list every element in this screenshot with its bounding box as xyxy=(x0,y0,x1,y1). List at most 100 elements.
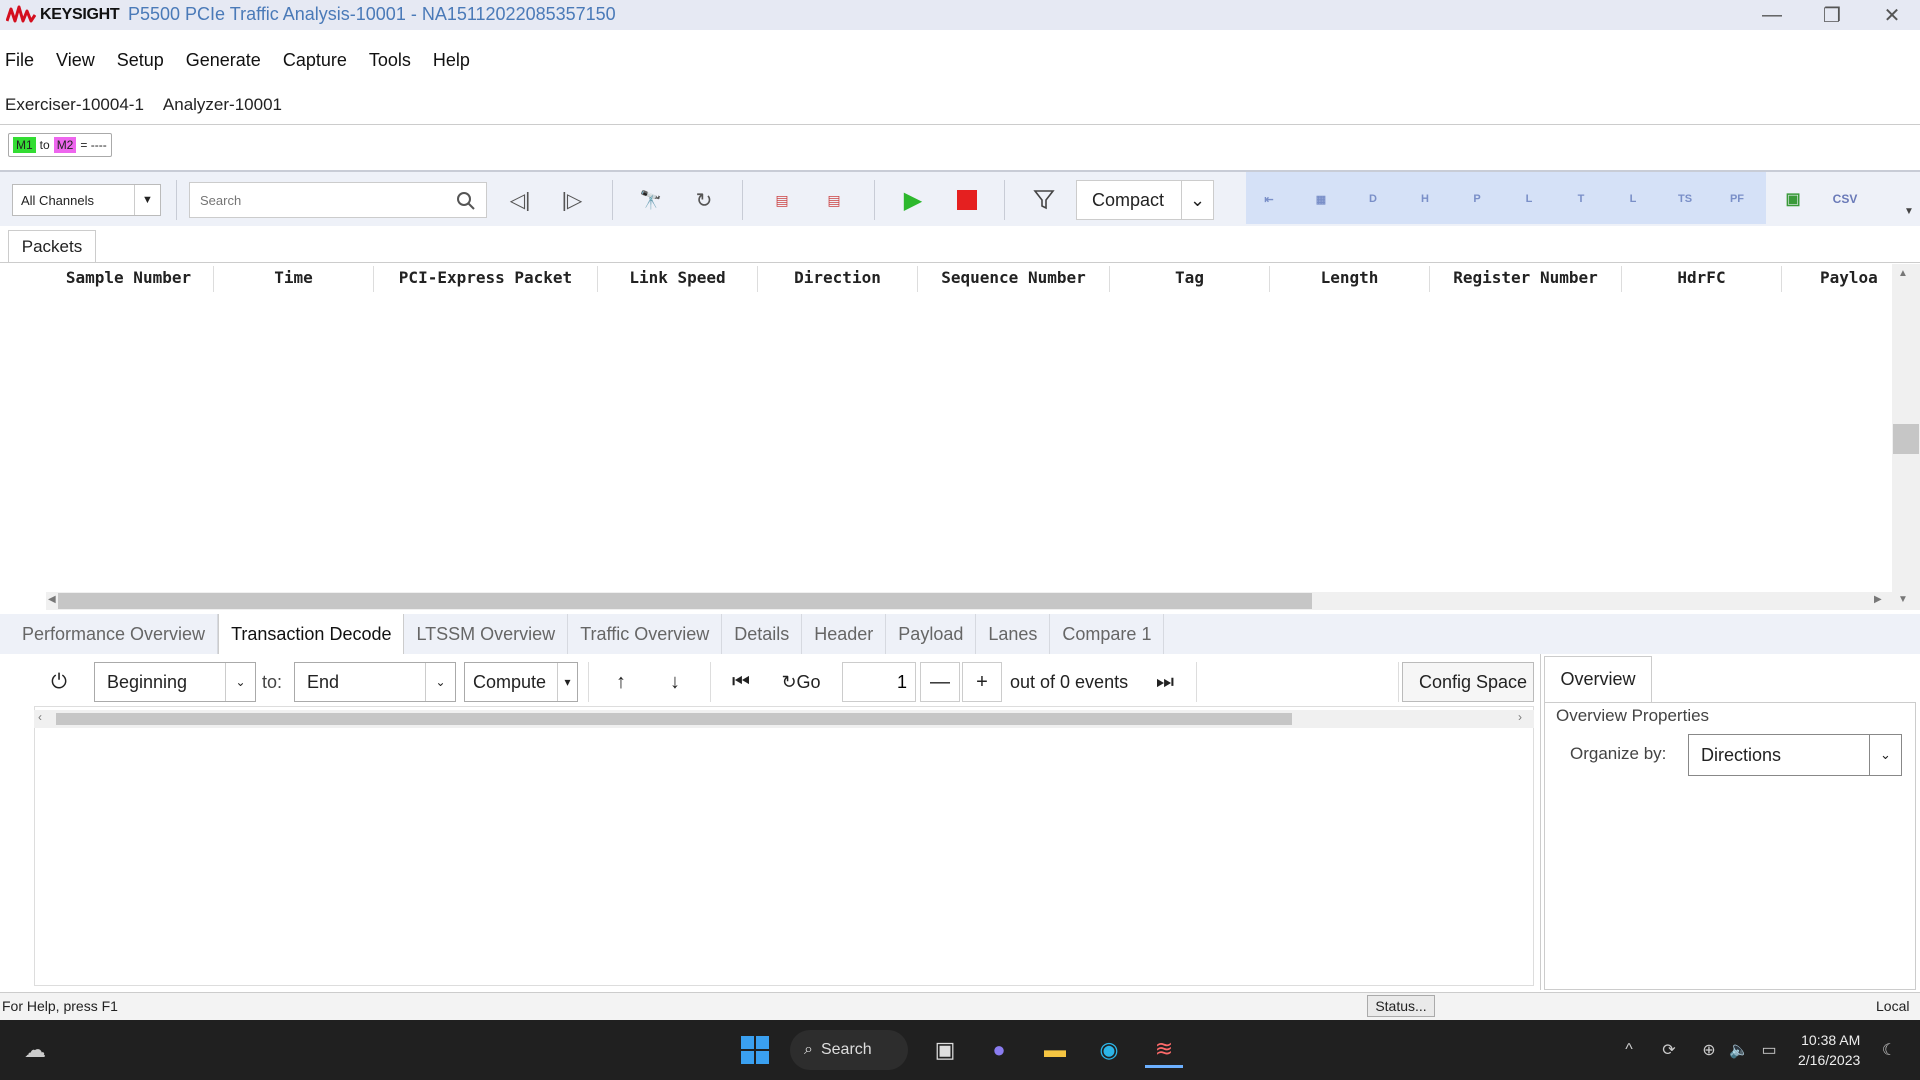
tab-traffic-overview[interactable]: Traffic Overview xyxy=(568,614,723,654)
transaction-decode-pane[interactable] xyxy=(34,706,1534,986)
column-toggle-icon[interactable]: H xyxy=(1406,184,1444,214)
power-icon[interactable]: ⏻ xyxy=(44,666,74,698)
tab-exerciser[interactable]: Exerciser-10004-1 xyxy=(5,95,144,115)
vertical-scrollbar-thumb[interactable] xyxy=(1893,424,1919,454)
column-header-link-speed[interactable]: Link Speed xyxy=(598,266,758,292)
legend-icon[interactable]: ▣ xyxy=(1774,184,1812,214)
column-toggle-icon[interactable]: ▦ xyxy=(1302,184,1340,214)
search-previous-icon[interactable]: ◁| xyxy=(502,184,538,216)
column-header-tag[interactable]: Tag xyxy=(1110,266,1270,292)
config-space-button[interactable]: Config Space S xyxy=(1402,662,1534,702)
arrow-up-icon[interactable]: ↑ xyxy=(606,666,636,698)
scroll-up-icon[interactable]: ▲ xyxy=(1898,268,1908,279)
column-header-payload[interactable]: Payloa xyxy=(1782,266,1892,292)
column-toggle-icon[interactable]: T xyxy=(1562,184,1600,214)
tab-lanes[interactable]: Lanes xyxy=(976,614,1051,654)
notifications-icon[interactable]: ☾ xyxy=(1870,1032,1908,1068)
refresh-icon[interactable]: ↻ xyxy=(686,184,722,216)
tab-payload[interactable]: Payload xyxy=(886,614,977,654)
marker-delta[interactable]: M1 to M2 = ---- xyxy=(8,133,112,157)
decrement-button[interactable]: — xyxy=(920,662,960,702)
first-page-icon[interactable]: ⏮ xyxy=(726,666,756,698)
scroll-right-icon[interactable]: › xyxy=(1518,710,1522,724)
column-toggle-icon[interactable]: PF xyxy=(1718,184,1756,214)
horizontal-scrollbar-thumb[interactable] xyxy=(58,593,1312,609)
compute-button[interactable]: Compute ▾ xyxy=(464,662,578,702)
restore-button[interactable]: ❐ xyxy=(1802,0,1862,30)
tab-ltssm-overview[interactable]: LTSSM Overview xyxy=(404,614,569,654)
file-explorer-icon[interactable]: ▬ xyxy=(1036,1032,1074,1068)
status-button[interactable]: Status... xyxy=(1367,995,1435,1017)
scroll-right-icon[interactable]: ▶ xyxy=(1874,594,1882,605)
go-button[interactable]: ↻ Go xyxy=(776,666,826,698)
taskbar-search[interactable]: ⌕ Search xyxy=(790,1030,908,1070)
column-toggle-icon[interactable]: L xyxy=(1510,184,1548,214)
menu-setup[interactable]: Setup xyxy=(112,50,175,71)
tab-analyzer[interactable]: Analyzer-10001 xyxy=(163,95,282,115)
menu-generate[interactable]: Generate xyxy=(181,50,272,71)
windows-start-icon[interactable] xyxy=(740,1035,770,1065)
binoculars-icon[interactable]: 🔭 xyxy=(633,184,669,216)
menu-capture[interactable]: Capture xyxy=(278,50,358,71)
tab-performance-overview[interactable]: Performance Overview xyxy=(10,614,219,654)
column-header-sample-number[interactable]: Sample Number xyxy=(44,266,214,292)
view-mode-select[interactable]: Compact ⌄ xyxy=(1076,180,1214,220)
tab-transaction-decode[interactable]: Transaction Decode xyxy=(218,614,405,654)
channel-select[interactable]: All Channels ▼ xyxy=(12,184,161,216)
column-header-time[interactable]: Time xyxy=(214,266,374,292)
column-toggle-icon[interactable]: D xyxy=(1354,184,1392,214)
edge-browser-icon[interactable]: ◉ xyxy=(1090,1032,1128,1068)
weather-icon[interactable]: ☁ xyxy=(16,1032,54,1068)
column-header-hdrfc[interactable]: HdrFC xyxy=(1622,266,1782,292)
keysight-app-icon[interactable]: ≋ xyxy=(1145,1032,1183,1068)
scroll-left-icon[interactable]: ‹ xyxy=(38,710,42,724)
tab-compare-1[interactable]: Compare 1 xyxy=(1050,614,1165,654)
increment-button[interactable]: + xyxy=(962,662,1002,702)
column-header-pci-express-packet[interactable]: PCI-Express Packet xyxy=(374,266,598,292)
export-icon[interactable]: ▤ xyxy=(816,184,852,216)
tab-overview[interactable]: Overview xyxy=(1544,656,1652,702)
column-header-length[interactable]: Length xyxy=(1270,266,1430,292)
filter-icon[interactable] xyxy=(1032,188,1056,212)
column-toggle-icon[interactable]: ⇤ xyxy=(1250,184,1288,214)
teams-chat-icon[interactable]: ● xyxy=(980,1032,1018,1068)
scroll-left-icon[interactable]: ◀ xyxy=(48,594,56,605)
column-header-sequence-number[interactable]: Sequence Number xyxy=(918,266,1110,292)
organize-by-select[interactable]: Directions ⌄ xyxy=(1688,734,1902,776)
page-number-input[interactable] xyxy=(842,662,916,702)
menu-help[interactable]: Help xyxy=(428,50,481,71)
search-input[interactable] xyxy=(200,192,440,208)
task-view-icon[interactable]: ▣ xyxy=(926,1032,964,1068)
decode-scrollbar-thumb[interactable] xyxy=(56,713,1292,725)
menu-view[interactable]: View xyxy=(51,50,106,71)
column-toggle-icon[interactable]: TS xyxy=(1666,184,1704,214)
range-to-select[interactable]: End ⌄ xyxy=(294,662,456,702)
close-button[interactable]: ✕ xyxy=(1862,0,1920,30)
stop-icon[interactable] xyxy=(957,190,977,210)
search-next-icon[interactable]: |▷ xyxy=(554,184,590,216)
tab-details[interactable]: Details xyxy=(722,614,803,654)
run-icon[interactable]: ▶ xyxy=(895,184,931,216)
minimize-button[interactable]: — xyxy=(1742,0,1802,30)
menu-tools[interactable]: Tools xyxy=(364,50,422,71)
packet-grid[interactable] xyxy=(0,262,1920,610)
tab-header[interactable]: Header xyxy=(802,614,887,654)
import-icon[interactable]: ▤ xyxy=(764,184,800,216)
column-toggle-icon[interactable]: L xyxy=(1614,184,1652,214)
sync-icon[interactable]: ⟳ xyxy=(1650,1032,1688,1068)
chevron-down-icon[interactable]: ▾ xyxy=(557,663,577,701)
column-header-register-number[interactable]: Register Number xyxy=(1430,266,1622,292)
range-from-select[interactable]: Beginning ⌄ xyxy=(94,662,256,702)
battery-icon[interactable]: ▭ xyxy=(1750,1032,1788,1068)
arrow-down-icon[interactable]: ↓ xyxy=(660,666,690,698)
tab-packets[interactable]: Packets xyxy=(8,230,96,262)
csv-export-icon[interactable]: CSV xyxy=(1826,184,1864,214)
chevron-up-icon[interactable]: ^ xyxy=(1610,1032,1648,1068)
column-header-direction[interactable]: Direction xyxy=(758,266,918,292)
system-clock[interactable]: 10:38 AM 2/16/2023 xyxy=(1798,1030,1860,1070)
toolbar-overflow-icon[interactable]: ▼ xyxy=(1904,206,1914,217)
last-page-icon[interactable]: ⏭ xyxy=(1150,666,1180,698)
scroll-down-icon[interactable]: ▼ xyxy=(1898,594,1908,605)
search-icon[interactable] xyxy=(456,191,476,211)
menu-file[interactable]: File xyxy=(0,50,45,71)
